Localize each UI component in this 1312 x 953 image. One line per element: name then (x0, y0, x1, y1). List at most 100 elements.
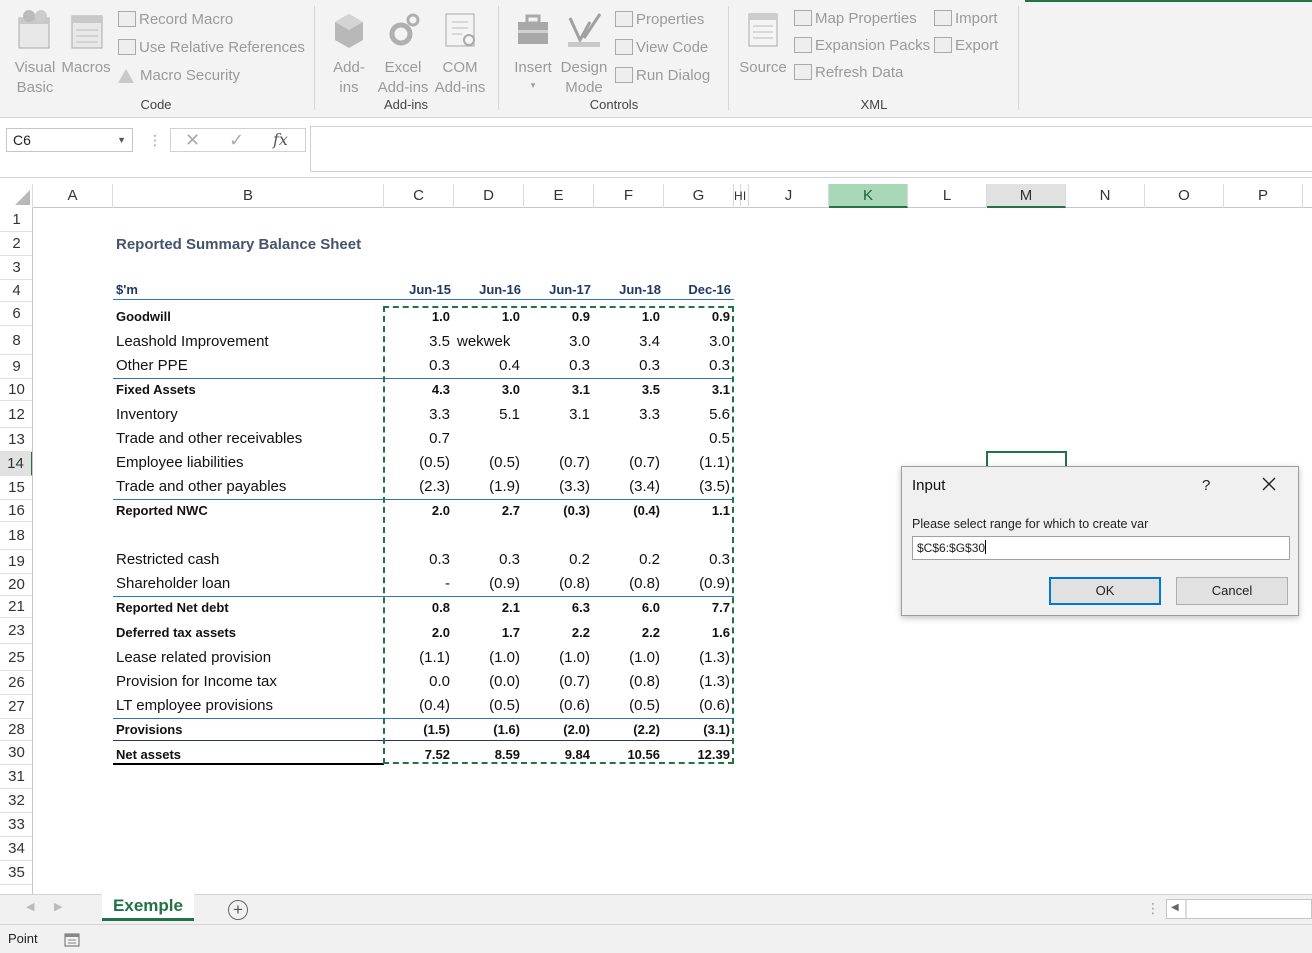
row-header[interactable]: 15 (0, 476, 32, 500)
macros-icon (71, 15, 103, 49)
refresh-data-button[interactable]: Refresh Data (794, 62, 903, 84)
horizontal-scrollbar[interactable]: ◀ (1166, 899, 1312, 919)
row-header[interactable]: 13 (0, 428, 32, 452)
row-header[interactable]: 27 (0, 695, 32, 719)
row-header[interactable]: 33 (0, 813, 32, 837)
name-box[interactable]: C6 ▼ (6, 128, 133, 152)
cancel-entry-icon[interactable]: ✕ (185, 129, 200, 151)
record-macro-button[interactable]: Record Macro (118, 9, 233, 31)
row-header[interactable]: 8 (0, 326, 32, 355)
macros-button[interactable]: Macros (60, 8, 112, 78)
use-relative-references-button[interactable]: Use Relative References (118, 37, 305, 59)
column-header[interactable]: N (1066, 184, 1145, 208)
scrollbar-divider (1185, 900, 1187, 918)
row-header[interactable]: 2 (0, 232, 32, 256)
group-separator (314, 6, 315, 110)
warning-icon (118, 69, 134, 83)
line-label: Deferred tax assets (116, 625, 236, 640)
row-header[interactable]: 35 (0, 861, 32, 885)
source-button[interactable]: Source (738, 8, 788, 78)
view-code-button[interactable]: View Code (615, 37, 708, 59)
row-header[interactable]: 32 (0, 789, 32, 813)
column-header[interactable]: O (1145, 184, 1224, 208)
properties-label: Properties (636, 11, 705, 28)
macro-recording-icon[interactable] (64, 931, 80, 947)
header-rule (113, 299, 734, 300)
column-header[interactable]: J (749, 184, 829, 208)
column-header[interactable]: G (664, 184, 734, 208)
row-header[interactable]: 31 (0, 765, 32, 789)
row-header[interactable]: 16 (0, 500, 32, 522)
select-all-corner[interactable] (0, 184, 33, 208)
insert-control-button[interactable]: Insert ▾ (510, 8, 556, 92)
row-header[interactable]: 4 (0, 280, 32, 302)
scroll-left-icon[interactable]: ◀ (1171, 902, 1179, 913)
expansion-packs-button[interactable]: Expansion Packs (794, 35, 930, 57)
chevron-down-icon[interactable]: ▼ (117, 129, 126, 151)
map-properties-icon (794, 10, 812, 26)
properties-button[interactable]: Properties (615, 9, 704, 31)
column-header[interactable]: F (594, 184, 664, 208)
group-label-code: Code (140, 97, 172, 112)
column-header-highlighted[interactable]: M (987, 184, 1066, 208)
column-header[interactable]: B (113, 184, 384, 208)
row-header[interactable]: 30 (0, 741, 32, 765)
macros-label: Macros (61, 59, 111, 76)
row-header-highlighted[interactable]: 14 (0, 452, 32, 476)
next-sheet-icon[interactable]: ▶ (54, 900, 62, 913)
tab-split-handle-icon[interactable]: ⋮ (1146, 900, 1160, 917)
map-properties-button[interactable]: Map Properties (794, 8, 917, 30)
column-header[interactable]: I (741, 184, 749, 208)
row-header[interactable]: 34 (0, 837, 32, 861)
add-sheet-icon[interactable]: + (228, 900, 248, 920)
visual-basic-label-2: Basic (16, 79, 54, 96)
confirm-entry-icon[interactable]: ✓ (229, 129, 244, 151)
formula-bar-resize-icon[interactable]: ⋮ (148, 132, 162, 149)
row-header[interactable]: 18 (0, 522, 32, 550)
excel-add-ins-button[interactable]: Excel Add-ins (375, 8, 431, 98)
row-header[interactable]: 10 (0, 379, 32, 401)
row-header[interactable]: 9 (0, 355, 32, 379)
sheet-tab-active[interactable]: Exemple (102, 894, 194, 921)
line-label: Trade and other payables (116, 478, 287, 495)
column-header[interactable]: L (908, 184, 987, 208)
row-header[interactable]: 23 (0, 618, 32, 644)
row-header[interactable]: 21 (0, 596, 32, 618)
column-header[interactable]: D (454, 184, 524, 208)
column-header[interactable]: C (384, 184, 454, 208)
column-header[interactable]: A (33, 184, 113, 208)
row-header[interactable]: 20 (0, 574, 32, 596)
row-header[interactable]: 6 (0, 302, 32, 326)
column-header[interactable]: E (524, 184, 594, 208)
insert-function-icon[interactable]: fx (273, 129, 288, 151)
cancel-button[interactable]: Cancel (1176, 577, 1288, 605)
column-header[interactable]: H (734, 184, 743, 208)
row-header[interactable]: 28 (0, 719, 32, 741)
macro-security-button[interactable]: Macro Security (118, 65, 240, 87)
visual-basic-button[interactable]: Visual Basic (10, 8, 60, 98)
row-header[interactable]: 1 (0, 208, 32, 232)
ok-button[interactable]: OK (1049, 577, 1161, 605)
row-header[interactable]: 19 (0, 550, 32, 574)
help-icon[interactable]: ? (1202, 477, 1210, 494)
add-ins-button[interactable]: Add- ins (327, 8, 371, 98)
prev-sheet-icon[interactable]: ◀ (26, 900, 34, 913)
close-icon[interactable] (1258, 473, 1280, 495)
column-header-selected[interactable]: K (829, 184, 908, 208)
run-dialog-button[interactable]: Run Dialog (615, 65, 710, 87)
formula-buttons: ✕ ✓ fx (170, 128, 306, 152)
import-button[interactable]: Import (934, 8, 998, 30)
range-input[interactable]: $C$6:$G$30 (912, 536, 1290, 560)
row-header[interactable]: 25 (0, 644, 32, 671)
row-header[interactable]: 12 (0, 401, 32, 428)
name-box-value: C6 (13, 132, 31, 148)
export-icon (934, 37, 952, 53)
column-header[interactable]: P (1224, 184, 1303, 208)
design-mode-button[interactable]: Design Mode (560, 8, 608, 98)
com-add-ins-button[interactable]: COM Add-ins (432, 8, 488, 98)
row-header[interactable]: 3 (0, 256, 32, 280)
row-header[interactable]: 26 (0, 671, 32, 695)
export-button[interactable]: Export (934, 35, 998, 57)
com-add-ins-label-2: Add-ins (434, 79, 486, 96)
formula-input[interactable] (310, 126, 1312, 172)
